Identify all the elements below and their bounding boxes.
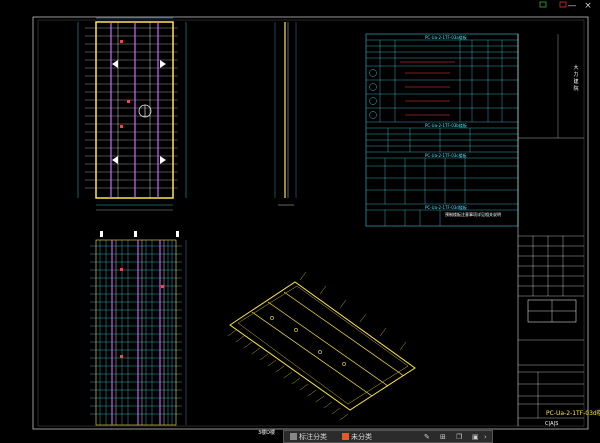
minimize-button[interactable]: — — [564, 0, 580, 12]
annotation-category-item[interactable]: 标注分类 — [290, 432, 327, 442]
marker-green — [539, 1, 547, 8]
table-title-4: PC-Ua-2-1TF-03d楼板 — [425, 205, 467, 210]
table-note: 预制楼板注意事项详见相关说明 — [445, 212, 501, 217]
paste-icon[interactable]: ▣ — [472, 432, 479, 442]
uncategorized-swatch-icon — [342, 433, 349, 440]
uncategorized-label: 未分类 — [351, 433, 372, 441]
table-title-1: PC-Ua-2-1TF-03a楼板 — [425, 35, 467, 40]
schedule-table — [365, 33, 519, 227]
close-button[interactable]: × — [580, 0, 596, 12]
layers-icon[interactable]: ⊞ — [440, 432, 446, 442]
chevron-right-icon[interactable]: › — [484, 432, 487, 442]
status-right-text: C|A|S — [545, 421, 559, 427]
drawing-frame — [32, 16, 589, 430]
uncategorized-item[interactable]: 未分类 — [342, 432, 372, 442]
table-title-3: PC-Ua-2-1TF-03c楼板 — [425, 153, 467, 158]
rebar-plan-bottom — [90, 231, 187, 426]
category-swatch-icon — [290, 433, 297, 440]
isometric-view — [227, 271, 416, 421]
table-title-2: PC-Ua-2-1TF-03b楼板 — [425, 123, 467, 128]
isometric-caption: 3楼D楼 — [258, 430, 276, 436]
ruler-icon[interactable]: ✎ — [424, 432, 430, 442]
copy-icon[interactable]: ❐ — [456, 432, 462, 442]
titleblock-drawing-number: PC-Ua-2-1TF-03d楼 — [546, 410, 600, 417]
bottom-toolbar: 标注分类 未分类 ✎ ⊞ ❐ ▣ › — [283, 430, 493, 443]
section-view — [274, 22, 297, 206]
plan-view-top — [77, 17, 187, 211]
titleblock-company: 大 力建 院 — [573, 65, 579, 92]
cad-drawing-canvas[interactable] — [0, 0, 600, 443]
annotation-category-label: 标注分类 — [299, 433, 327, 441]
